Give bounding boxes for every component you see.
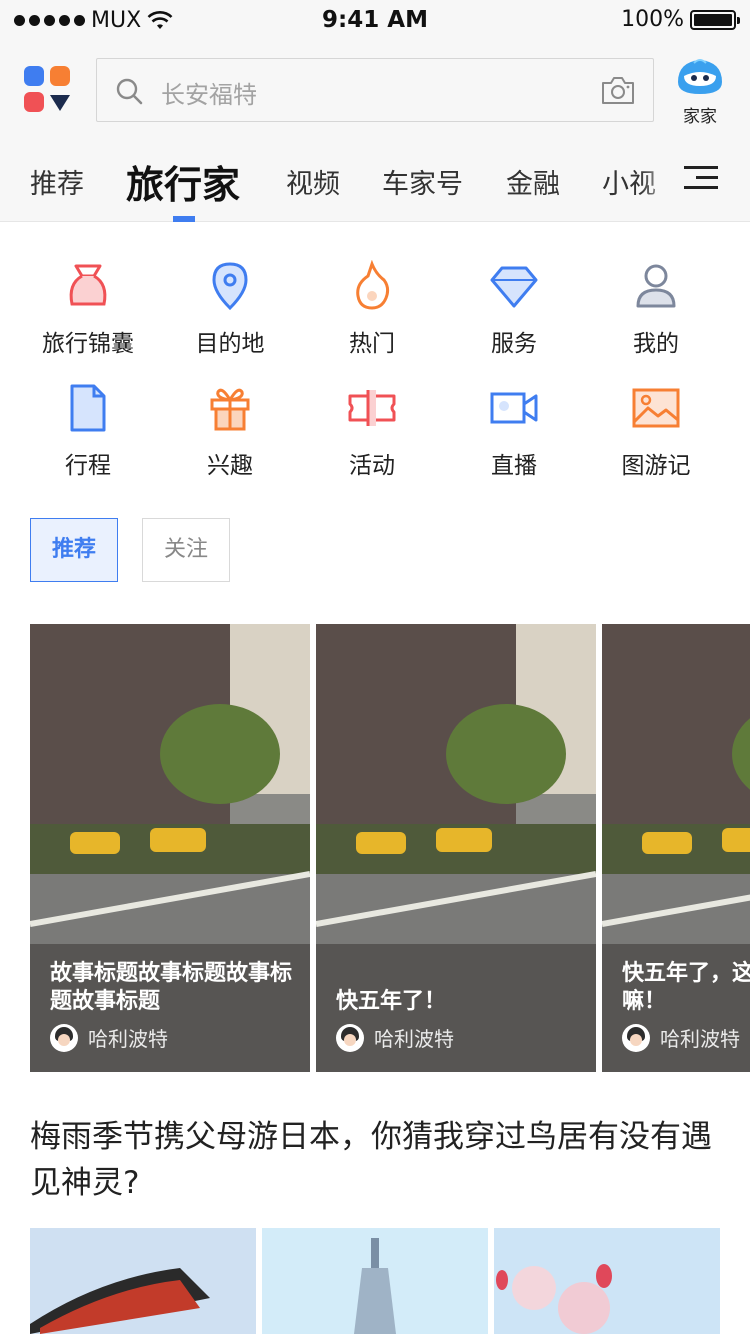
ticket-icon (348, 390, 396, 426)
story-card[interactable]: 快五年了！ 哈利波特 (316, 624, 596, 1072)
article-title[interactable]: 梅雨季节携父母游日本，你猜我穿过鸟居有没有遇见神灵? (30, 1114, 730, 1206)
mascot-label: 家家 (683, 107, 717, 127)
tab-recommend[interactable]: 推荐 (30, 162, 84, 201)
avatar (622, 1023, 650, 1052)
grid-item-live[interactable]: 直播 (444, 372, 584, 482)
search-input[interactable]: 长安福特 (96, 58, 654, 122)
picture-icon (632, 388, 680, 428)
grid-label: 目的地 (195, 331, 265, 357)
grid-label: 服务 (491, 331, 537, 357)
cherry-blossom-photo (494, 1228, 720, 1334)
avatar (50, 1023, 78, 1052)
active-tab-indicator (173, 216, 195, 222)
article-thumbnail[interactable] (30, 1228, 256, 1334)
story-title: 快五年了！ (336, 989, 447, 1014)
user-icon (636, 264, 676, 308)
story-carousel: 故事标题故事标题故事标题故事标题 哈利波特 快五年了！ 哈利波特 快五年了，这 … (30, 624, 750, 1072)
mascot-icon (678, 59, 722, 94)
story-author: 哈利波特 (622, 1023, 740, 1052)
grid-label: 直播 (491, 453, 537, 479)
story-author: 哈利波特 (50, 1023, 168, 1052)
story-card[interactable]: 快五年了，这车很给力嘛！ 哈利波特 (602, 624, 750, 1072)
tab-finance[interactable]: 金融 (506, 162, 560, 201)
temple-photo (30, 1228, 256, 1334)
header: 长安福特 家家 (0, 40, 750, 140)
grid-label: 热门 (349, 331, 395, 357)
story-card[interactable]: 故事标题故事标题故事标题故事标题 哈利波特 (30, 624, 310, 1072)
author-name: 哈利波特 (660, 1027, 740, 1051)
menu-icon[interactable] (684, 166, 718, 190)
grid-item-travel-tips[interactable]: 旅行锦囊 (18, 250, 158, 360)
grid-item-itinerary[interactable]: 行程 (18, 372, 158, 482)
diamond-icon (490, 266, 538, 308)
video-camera-icon (490, 392, 538, 424)
author-name: 哈利波特 (88, 1027, 168, 1051)
avatar (336, 1023, 364, 1052)
grid-item-photo-travel[interactable]: 图游记 (586, 372, 726, 482)
grid-item-activity[interactable]: 活动 (302, 372, 442, 482)
app-logo-icon[interactable] (24, 66, 72, 114)
grid-item-destination[interactable]: 目的地 (160, 250, 300, 360)
article-thumbnail[interactable] (262, 1228, 488, 1334)
tab-fade (640, 140, 680, 220)
grid-label: 我的 (633, 331, 679, 357)
filter-follow-button[interactable]: 关注 (142, 518, 230, 582)
search-icon (116, 78, 143, 105)
flame-icon (356, 260, 390, 310)
mascot-button[interactable]: 家家 (672, 56, 728, 127)
tab-traveler[interactable]: 旅行家 (126, 154, 240, 209)
tab-video[interactable]: 视频 (286, 162, 340, 201)
search-placeholder: 长安福特 (161, 81, 257, 109)
grid-item-service[interactable]: 服务 (444, 250, 584, 360)
tab-bar: 推荐 旅行家 视频 车家号 金融 小视 (0, 140, 750, 222)
camera-icon[interactable] (601, 75, 635, 105)
status-right: 100% (621, 7, 740, 32)
story-title: 故事标题故事标题故事标题故事标题 (50, 961, 293, 1014)
grid-label: 活动 (349, 453, 395, 479)
article-thumbnails (30, 1228, 720, 1334)
grid-label: 旅行锦囊 (42, 331, 134, 357)
status-bar: MUX 9:41 AM 100% (0, 0, 750, 40)
author-name: 哈利波特 (374, 1027, 454, 1051)
grid-label: 图游记 (621, 453, 691, 479)
gift-icon (210, 388, 250, 431)
story-author: 哈利波特 (336, 1023, 454, 1052)
document-icon (70, 384, 106, 432)
filter-recommend-button[interactable]: 推荐 (30, 518, 118, 582)
story-title: 快五年了，这车很给力嘛！ (622, 961, 750, 1014)
tower-photo (262, 1228, 488, 1334)
grid-item-hot[interactable]: 热门 (302, 250, 442, 360)
category-grid: 旅行锦囊 目的地 热门 服务 我的 行程 兴趣 活动 直播 图游记 (0, 250, 750, 490)
grid-label: 兴趣 (207, 453, 253, 479)
travel-bag-icon (69, 264, 107, 306)
grid-item-interest[interactable]: 兴趣 (160, 372, 300, 482)
battery-icon (690, 9, 740, 30)
grid-label: 行程 (65, 453, 111, 479)
grid-item-mine[interactable]: 我的 (586, 250, 726, 360)
location-pin-icon (212, 262, 248, 311)
tab-auto-channel[interactable]: 车家号 (382, 162, 463, 201)
article-thumbnail[interactable] (494, 1228, 720, 1334)
battery-percent: 100% (621, 7, 684, 32)
